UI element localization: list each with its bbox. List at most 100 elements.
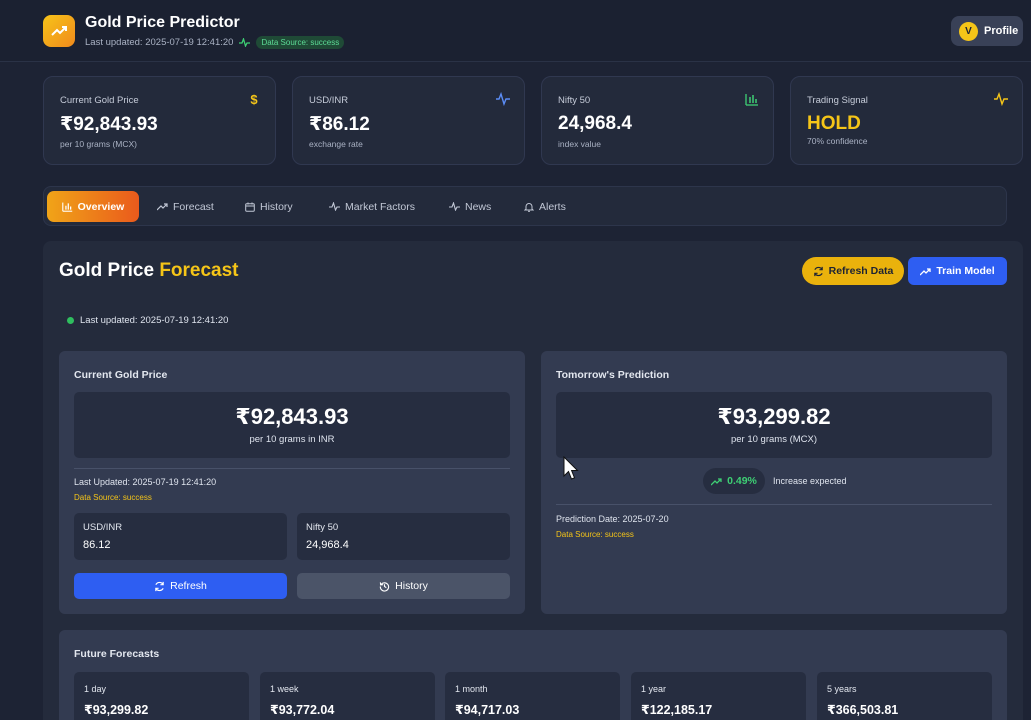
- train-model-label: Train Model: [936, 265, 995, 277]
- calendar-icon: [245, 202, 255, 212]
- divider: [74, 468, 510, 469]
- nifty-label: Nifty 50: [306, 522, 339, 533]
- trending-up-icon: [157, 202, 168, 211]
- forecast-value: ₹93,299.82: [84, 703, 149, 717]
- forecast-label: 1 week: [270, 684, 299, 694]
- stat-card-gold-price: Current Gold Price ₹92,843.93 per 10 gra…: [43, 76, 276, 165]
- tab-overview[interactable]: Overview: [47, 191, 139, 222]
- profile-label: Profile: [984, 25, 1019, 37]
- forecast-value: ₹94,717.03: [455, 703, 520, 717]
- forecast-item-1-year: 1 year ₹122,185.17: [631, 672, 806, 720]
- change-value: 0.49%: [727, 475, 757, 487]
- card-title: Future Forecasts: [74, 648, 160, 660]
- current-data-source: Data Source: success: [74, 493, 152, 502]
- activity-icon: [329, 202, 340, 211]
- page-title-accent: Forecast: [159, 260, 239, 281]
- activity-icon: [994, 92, 1008, 106]
- tab-bar: Overview Forecast History Market Factors…: [43, 186, 1007, 226]
- history-button[interactable]: History: [297, 573, 510, 599]
- profile-button[interactable]: V Profile: [951, 16, 1023, 46]
- divider: [556, 504, 992, 505]
- card-title: Current Gold Price: [74, 369, 168, 381]
- stat-value: 24,968.4: [558, 113, 632, 134]
- forecast-item-1-day: 1 day ₹93,299.82: [74, 672, 249, 720]
- prediction-date: Prediction Date: 2025-07-20: [556, 514, 669, 524]
- stat-label: Nifty 50: [558, 95, 591, 106]
- refresh-button[interactable]: Refresh: [74, 573, 287, 599]
- forecast-label: 1 month: [455, 684, 488, 694]
- refresh-icon: [813, 266, 824, 277]
- current-last-updated: Last Updated: 2025-07-19 12:41:20: [74, 477, 217, 487]
- tab-market-factors[interactable]: Market Factors: [319, 191, 425, 222]
- trending-up-icon: [920, 267, 931, 276]
- app-title: Gold Price Predictor: [85, 14, 240, 31]
- tab-news[interactable]: News: [439, 191, 501, 222]
- last-updated-status: Last updated: 2025-07-19 12:41:20: [67, 315, 228, 326]
- train-model-button[interactable]: Train Model: [908, 257, 1007, 285]
- mouse-cursor-icon: [563, 456, 579, 482]
- forecast-value: ₹93,772.04: [270, 703, 335, 717]
- tab-history[interactable]: History: [235, 191, 303, 222]
- nifty-box: Nifty 50 24,968.4: [297, 513, 510, 560]
- stat-label: USD/INR: [309, 95, 349, 106]
- prediction-price-box: ₹93,299.82 per 10 grams (MCX): [556, 392, 992, 458]
- forecast-label: 1 year: [641, 684, 667, 694]
- trending-up-logo-icon: [43, 15, 75, 47]
- stat-label: Current Gold Price: [60, 95, 139, 106]
- refresh-icon: [154, 581, 165, 592]
- page-title: Gold Price Forecast: [59, 260, 239, 282]
- avatar: V: [959, 21, 978, 41]
- refresh-data-button[interactable]: Refresh Data: [802, 257, 904, 285]
- last-updated-text: Last updated: 2025-07-19 12:41:20: [80, 315, 229, 326]
- bell-icon: [524, 202, 534, 212]
- tab-forecast[interactable]: Forecast: [147, 191, 224, 222]
- tab-label: News: [465, 200, 492, 213]
- stat-sub: exchange rate: [309, 139, 363, 149]
- usd-inr-box: USD/INR 86.12: [74, 513, 287, 560]
- tab-label: Alerts: [539, 200, 566, 213]
- current-price-value: ₹92,843.93: [235, 404, 349, 429]
- change-text: Increase expected: [773, 476, 847, 486]
- tab-label: History: [260, 200, 293, 213]
- change-badge: 0.49%: [703, 468, 765, 494]
- current-price-unit: per 10 grams in INR: [249, 434, 335, 445]
- future-forecasts-card: Future Forecasts 1 day ₹93,299.82 1 week…: [59, 630, 1007, 720]
- trending-up-icon: [711, 477, 722, 486]
- usd-inr-value: 86.12: [83, 539, 111, 551]
- status-dot: [67, 317, 74, 324]
- current-price-card: Current Gold Price ₹92,843.93 per 10 gra…: [59, 351, 525, 614]
- header-subline: Last updated: 2025-07-19 12:41:20 Data S…: [85, 36, 345, 49]
- tab-alerts[interactable]: Alerts: [514, 191, 576, 222]
- stat-card-usd-inr: USD/INR ₹86.12 exchange rate: [292, 76, 525, 165]
- refresh-data-label: Refresh Data: [828, 265, 894, 277]
- bar-chart-icon: [61, 201, 73, 212]
- prediction-data-source: Data Source: success: [556, 530, 634, 539]
- page-title-prefix: Gold Price: [59, 260, 155, 281]
- header-last-updated: Last updated: 2025-07-19 12:41:20: [85, 37, 234, 48]
- forecast-label: 5 years: [827, 684, 857, 694]
- activity-icon: [449, 202, 460, 211]
- nifty-value: 24,968.4: [306, 539, 349, 551]
- forecast-value: ₹366,503.81: [827, 703, 899, 717]
- refresh-label: Refresh: [170, 580, 207, 592]
- activity-icon: [239, 38, 251, 47]
- stat-sub: index value: [558, 139, 602, 149]
- forecast-item-1-month: 1 month ₹94,717.03: [445, 672, 620, 720]
- forecast-item-5-years: 5 years ₹366,503.81: [817, 672, 992, 720]
- forecast-label: 1 day: [84, 684, 107, 694]
- forecast-value: ₹122,185.17: [641, 703, 713, 717]
- stat-label: Trading Signal: [807, 95, 868, 106]
- prediction-price-value: ₹93,299.82: [717, 404, 831, 429]
- stat-value: HOLD: [807, 113, 861, 134]
- activity-icon: [496, 92, 510, 106]
- stat-card-nifty: Nifty 50 24,968.4 index value: [541, 76, 774, 165]
- usd-inr-label: USD/INR: [83, 522, 123, 533]
- card-title: Tomorrow's Prediction: [556, 369, 670, 381]
- dollar-icon: $: [247, 92, 261, 106]
- svg-text:$: $: [250, 92, 258, 106]
- stat-sub: 70% confidence: [807, 136, 868, 146]
- stat-value: ₹86.12: [309, 114, 370, 135]
- current-price-box: ₹92,843.93 per 10 grams in INR: [74, 392, 510, 458]
- bar-chart-icon: [745, 92, 759, 106]
- forecast-item-1-week: 1 week ₹93,772.04: [260, 672, 435, 720]
